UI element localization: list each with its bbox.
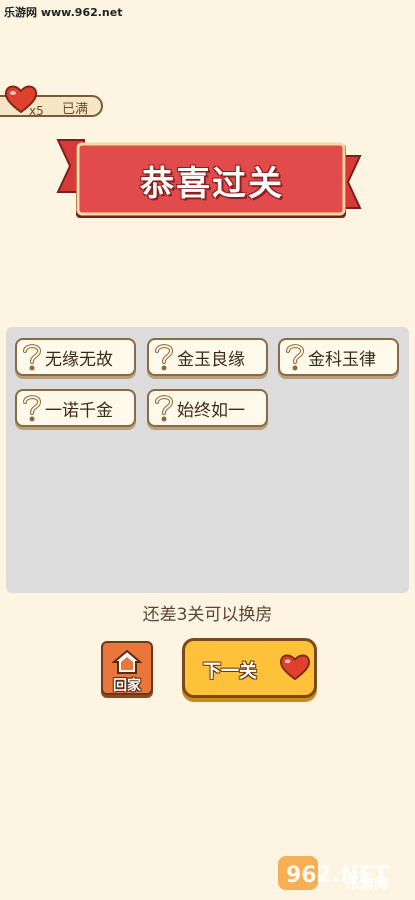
brand-subtext: 乐游网 [346,877,388,893]
question-mark-icon [286,344,305,371]
question-mark-icon [23,395,42,422]
next-level-label: 下一关 [203,661,257,682]
word-text: 始终如一 [177,400,245,421]
home-button[interactable]: 回家 [101,641,153,695]
word-chip[interactable]: 金玉良缘 [147,338,268,376]
watermark-text: 乐游网 www.962.net [4,6,123,19]
lives-status: 已满 [62,102,89,117]
brand-logo: 962.NET [278,856,389,890]
question-mark-icon [155,344,174,371]
word-text: 无缘无故 [45,349,113,370]
home-button-label: 回家 [113,678,141,694]
lives-count: x5 [29,104,44,118]
word-text: 金科玉律 [308,349,376,370]
word-chip[interactable]: 始终如一 [147,389,268,427]
banner-title: 恭喜过关 [140,163,284,204]
word-chip[interactable]: 一诺千金 [15,389,136,427]
house-icon [112,649,142,674]
word-chip[interactable]: 无缘无故 [15,338,136,376]
word-text: 金玉良缘 [177,349,245,370]
question-mark-icon [23,344,42,371]
rooms-hint-text: 还差3关可以换房 [142,605,273,625]
next-level-button[interactable]: 下一关 [182,638,317,698]
word-text: 一诺千金 [45,400,113,421]
word-chip[interactable]: 金科玉律 [278,338,399,376]
question-mark-icon [155,395,174,422]
heart-icon [279,654,311,681]
